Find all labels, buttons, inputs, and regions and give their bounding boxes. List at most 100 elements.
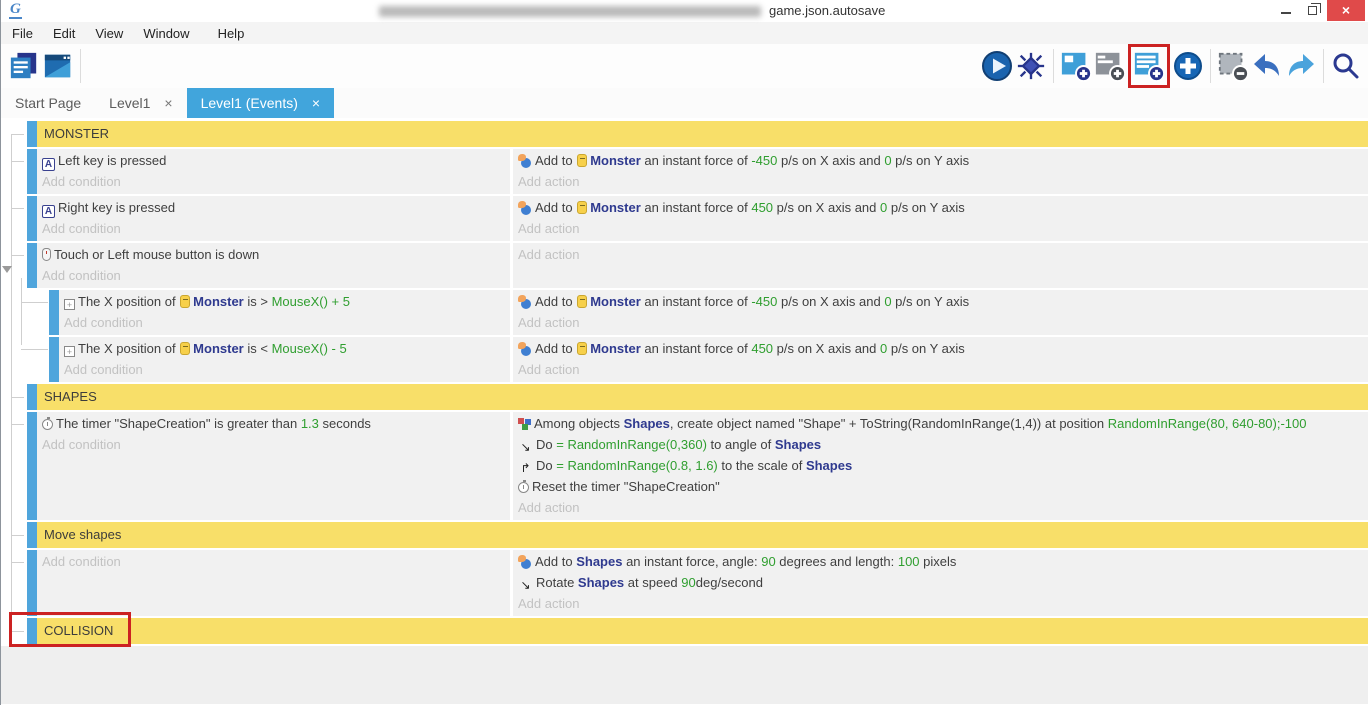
actions-cell: Add to Monster an instant force of 450 p… — [513, 196, 1368, 241]
action-row[interactable]: Add to Monster an instant force of -450 … — [518, 150, 1368, 171]
close-button[interactable]: × — [1327, 0, 1365, 21]
tab-close-icon[interactable]: × — [164, 95, 172, 111]
toolbar — [1, 44, 1368, 88]
tree-tick — [11, 562, 24, 563]
tree-tick — [11, 535, 24, 536]
action-row[interactable]: Do = RandomInRange(0,360) to angle of Sh… — [518, 434, 1368, 455]
event-group-header[interactable]: Move shapes — [37, 522, 1368, 548]
conditions-cell: The X position of Monster is > MouseX() … — [59, 290, 510, 335]
event-row: Left key is pressed Add condition Add to… — [1, 149, 1368, 194]
add-condition-button[interactable]: Add condition — [42, 171, 510, 192]
add-new-event-icon[interactable] — [1171, 48, 1205, 84]
event-group-header[interactable]: SHAPES — [37, 384, 1368, 410]
add-condition-button[interactable]: Add condition — [42, 218, 510, 239]
menu-file[interactable]: File — [9, 26, 36, 41]
event-handle-bar[interactable] — [27, 412, 37, 520]
action-row[interactable]: Add to Monster an instant force of -450 … — [518, 291, 1368, 312]
timer-icon — [42, 419, 53, 430]
action-row[interactable]: Rotate Shapes at speed 90deg/second — [518, 572, 1368, 593]
event-handle-bar[interactable] — [49, 290, 59, 335]
condition-text: Left key is pressed — [58, 153, 166, 168]
annotation-red-box-collision — [9, 612, 131, 647]
play-icon[interactable] — [980, 48, 1014, 84]
add-action-button[interactable]: Add action — [518, 593, 1368, 614]
add-condition-button[interactable]: Add condition — [42, 265, 510, 286]
keyboard-icon — [42, 158, 55, 171]
action-row[interactable]: Add to Monster an instant force of 450 p… — [518, 338, 1368, 359]
menu-bar: File Edit View Window Help — [1, 22, 1368, 44]
event-gutter — [1, 290, 49, 335]
minimize-button[interactable] — [1273, 0, 1299, 21]
redo-icon[interactable] — [1284, 48, 1318, 84]
action-row[interactable]: Add to Shapes an instant force, angle: 9… — [518, 551, 1368, 572]
menu-help[interactable]: Help — [215, 26, 248, 41]
action-row[interactable]: Reset the timer "ShapeCreation" — [518, 476, 1368, 497]
event-group-header[interactable]: MONSTER — [37, 121, 1368, 147]
add-condition-button[interactable]: Add condition — [64, 359, 510, 380]
condition-row[interactable]: The X position of Monster is < MouseX() … — [64, 338, 510, 359]
add-action-button[interactable]: Add action — [518, 359, 1368, 380]
event-group-row: COLLISION — [1, 618, 1368, 644]
tab-level1[interactable]: Level1× — [95, 88, 186, 118]
redacted-title-text — [379, 6, 761, 17]
tab-bar: Start Page Level1× Level1 (Events)× — [1, 88, 1368, 118]
event-handle-bar[interactable] — [27, 196, 37, 241]
event-handle-bar[interactable] — [27, 384, 37, 410]
conditions-cell: Touch or Left mouse button is down Add c… — [37, 243, 510, 288]
scene-editor-icon[interactable] — [41, 48, 75, 84]
event-gutter — [1, 149, 27, 194]
action-text: Among objects Shapes, create object name… — [534, 416, 1307, 431]
event-row: Right key is pressed Add condition Add t… — [1, 196, 1368, 241]
condition-row[interactable]: The timer "ShapeCreation" is greater tha… — [42, 413, 510, 434]
action-text: Rotate Shapes at speed 90deg/second — [536, 575, 763, 590]
events-empty-area — [1, 646, 1368, 704]
add-action-button[interactable]: Add action — [518, 312, 1368, 333]
add-action-button[interactable]: Add action — [518, 218, 1368, 239]
add-action-button[interactable]: Add action — [518, 244, 1368, 265]
conditions-cell: Add condition — [37, 550, 510, 616]
add-condition-button[interactable]: Add condition — [64, 312, 510, 333]
restore-button[interactable] — [1299, 0, 1325, 21]
tree-tick — [11, 134, 24, 135]
condition-row[interactable]: The X position of Monster is > MouseX() … — [64, 291, 510, 312]
condition-row[interactable]: Touch or Left mouse button is down — [42, 244, 510, 265]
event-handle-bar[interactable] — [27, 149, 37, 194]
remove-event-icon[interactable] — [1216, 48, 1250, 84]
menu-edit[interactable]: Edit — [50, 26, 78, 41]
event-group-header[interactable]: COLLISION — [37, 618, 1368, 644]
action-row[interactable]: Do = RandomInRange(0.8, 1.6) to the scal… — [518, 455, 1368, 476]
event-gutter — [1, 243, 27, 288]
monster-object-icon — [577, 295, 587, 308]
condition-row[interactable]: Right key is pressed — [42, 197, 510, 218]
timer-icon — [518, 482, 529, 493]
event-handle-bar[interactable] — [27, 243, 37, 288]
scale-icon — [518, 457, 533, 476]
undo-icon[interactable] — [1250, 48, 1284, 84]
event-handle-bar[interactable] — [49, 337, 59, 382]
add-comment-icon[interactable] — [1093, 48, 1127, 84]
action-text: Do = RandomInRange(0.8, 1.6) to the scal… — [536, 458, 852, 473]
add-condition-button[interactable]: Add condition — [42, 434, 510, 455]
event-handle-bar[interactable] — [27, 550, 37, 616]
event-handle-bar[interactable] — [27, 522, 37, 548]
condition-row[interactable]: Left key is pressed — [42, 150, 510, 171]
actions-cell: Add to Monster an instant force of 450 p… — [513, 337, 1368, 382]
project-manager-icon[interactable] — [7, 48, 41, 84]
search-icon[interactable] — [1329, 48, 1363, 84]
menu-window[interactable]: Window — [140, 26, 192, 41]
tab-level1-events[interactable]: Level1 (Events)× — [187, 88, 334, 118]
event-handle-bar[interactable] — [27, 121, 37, 147]
action-row[interactable]: Among objects Shapes, create object name… — [518, 413, 1368, 434]
menu-view[interactable]: View — [92, 26, 126, 41]
add-subevent-icon[interactable] — [1132, 48, 1166, 84]
tree-tick — [11, 424, 24, 425]
tab-close-icon[interactable]: × — [312, 95, 320, 111]
add-action-button[interactable]: Add action — [518, 171, 1368, 192]
action-row[interactable]: Add to Monster an instant force of 450 p… — [518, 197, 1368, 218]
add-event-icon[interactable] — [1059, 48, 1093, 84]
add-action-button[interactable]: Add action — [518, 497, 1368, 518]
monster-object-icon — [180, 295, 190, 308]
add-condition-button[interactable]: Add condition — [42, 551, 510, 572]
tab-start-page[interactable]: Start Page — [1, 88, 95, 118]
debug-icon[interactable] — [1014, 48, 1048, 84]
